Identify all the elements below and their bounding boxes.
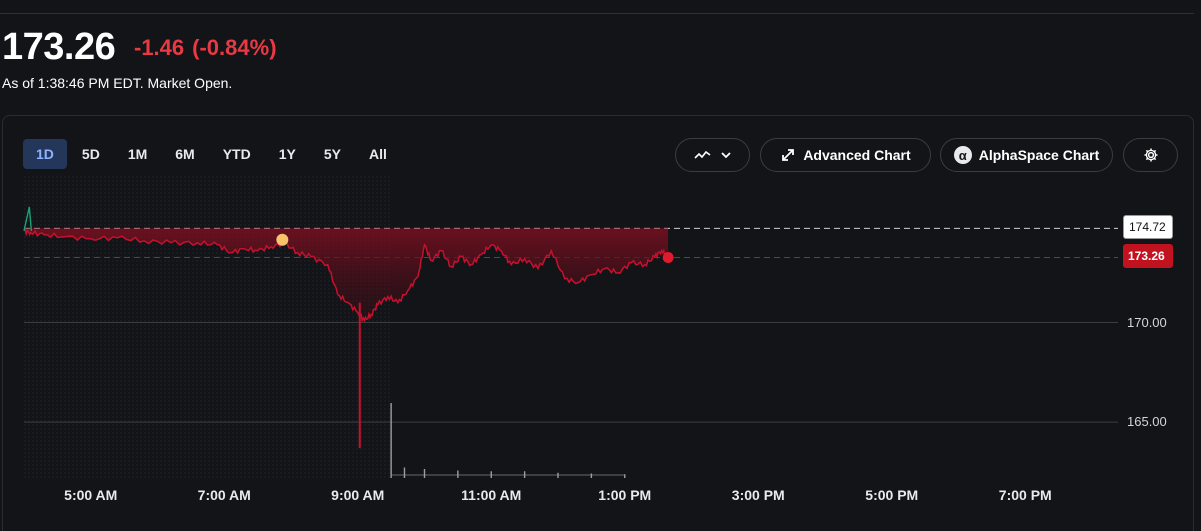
event-marker-dot xyxy=(276,233,289,246)
x-tick-label: 3:00 PM xyxy=(731,487,785,503)
premarket-shade xyxy=(24,175,392,478)
y-tick-label: 170.00 xyxy=(1127,314,1167,330)
x-tick-label: 7:00 AM xyxy=(197,487,251,503)
x-tick-label: 5:00 AM xyxy=(64,487,118,503)
x-tick-label: 11:00 AM xyxy=(461,487,522,503)
x-tick-label: 7:00 PM xyxy=(998,487,1052,503)
current-price-dot xyxy=(662,252,674,264)
price-chart[interactable] xyxy=(0,0,1201,531)
x-tick-label: 1:00 PM xyxy=(598,487,652,503)
previous-close-tag: 174.72 xyxy=(1123,215,1173,239)
y-tick-label: 165.00 xyxy=(1127,414,1167,430)
x-tick-label: 9:00 AM xyxy=(331,487,385,503)
x-tick-label: 5:00 PM xyxy=(865,487,919,503)
current-price-tag: 173.26 xyxy=(1123,244,1173,268)
